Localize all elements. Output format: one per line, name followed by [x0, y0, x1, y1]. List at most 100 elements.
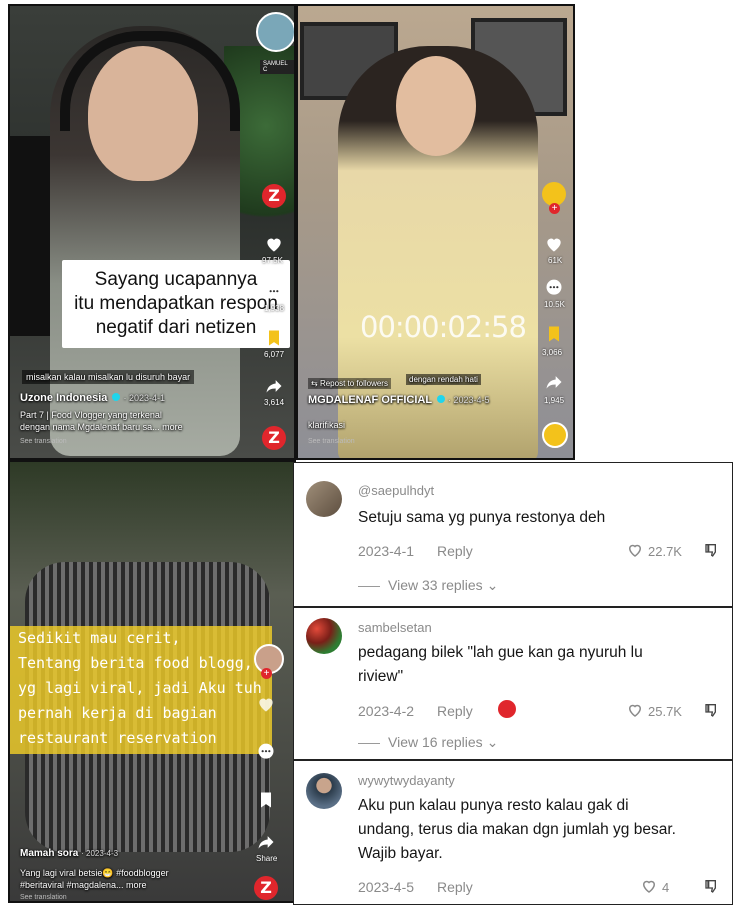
caption-line: negatif dari netizen	[95, 317, 257, 338]
video-username[interactable]: Uzone Indonesia · 2023-4-1	[20, 392, 165, 404]
comment-item: @saepulhdyt Setuju sama yg punya restony…	[293, 462, 733, 607]
repost-text: Repost to followers	[319, 379, 388, 388]
comment-count: 10.5K	[544, 300, 565, 309]
reply-button[interactable]: Reply	[437, 543, 473, 559]
share-icon[interactable]	[256, 832, 276, 852]
share-count: 3,614	[264, 398, 285, 407]
comment-date: 2023-4-5	[358, 879, 415, 895]
comment-username[interactable]: sambelsetan	[358, 620, 432, 635]
video-description: klarifikasi	[308, 420, 346, 430]
video-panel-mamah-sora[interactable]: Sedikit mau cerit, Tentang berita food b…	[8, 460, 296, 903]
username-text[interactable]: MGDALENAF OFFICIAL	[308, 394, 432, 406]
heart-icon[interactable]	[544, 234, 564, 254]
subject-face	[396, 56, 476, 156]
video-description[interactable]: #beritaviral #magdalena... more	[20, 880, 147, 890]
repost-icon: ⇆	[311, 379, 318, 388]
video-username[interactable]: MGDALENAF OFFICIAL · 2023-4-5	[308, 394, 490, 406]
post-date: · 2023-4-3	[81, 849, 119, 858]
username-text[interactable]: Uzone Indonesia	[20, 392, 107, 404]
comment-text: pedagang bilek "lah gue kan ga nyuruh lu	[358, 644, 643, 661]
comment-username[interactable]: wywytwydayanty	[358, 773, 455, 788]
comment-text: undang, terus dia makan dgn jumlah yg be…	[358, 821, 676, 838]
verified-icon	[436, 395, 445, 403]
subject-face	[88, 46, 198, 181]
share-count: 1,945	[544, 396, 565, 405]
comment-text: Setuju sama yg punya restonya deh	[358, 509, 606, 526]
comment-date: 2023-4-1	[358, 543, 415, 559]
reply-button[interactable]: Reply	[437, 703, 473, 719]
chevron-down-icon: ⌄	[482, 577, 499, 593]
comment-icon[interactable]	[544, 278, 564, 298]
verified-icon	[112, 393, 121, 401]
like-count: 97.5K	[262, 256, 283, 265]
view-replies-text[interactable]: View 33 replies	[388, 577, 483, 593]
like-count: 4	[662, 880, 670, 895]
comment-count: 1,938	[264, 304, 285, 313]
view-replies-text[interactable]: View 16 replies	[388, 734, 483, 750]
save-count: 6,077	[264, 350, 285, 359]
video-subtitle: dengan rendah hati	[406, 374, 481, 385]
caption-line: Tentang berita food blogg,	[18, 654, 253, 672]
caption-overlay: Sedikit mau cerit, Tentang berita food b…	[10, 626, 272, 754]
top-badge: SAMUEL C	[260, 60, 294, 74]
caption-line: Sedikit mau cerit,	[18, 629, 181, 647]
comment-text: Aku pun kalau punya resto kalau gak di	[358, 797, 629, 814]
bookmark-icon[interactable]	[256, 790, 276, 810]
dislike-icon[interactable]	[704, 541, 720, 559]
z-logo-icon[interactable]: Z	[262, 426, 286, 450]
comment-icon[interactable]	[264, 282, 284, 302]
follow-plus-icon[interactable]: +	[261, 668, 272, 679]
heart-icon[interactable]	[626, 701, 644, 719]
comment-item: wywytwydayanty Aku pun kalau punya resto…	[293, 760, 733, 905]
heart-icon[interactable]	[626, 541, 644, 559]
see-translation-link[interactable]: See translation	[20, 438, 67, 445]
heart-icon[interactable]	[256, 694, 276, 714]
caption-line: pernah kerja di bagian	[18, 704, 217, 722]
caption-line: restaurant reservation	[18, 729, 217, 747]
music-disc-icon[interactable]	[542, 422, 568, 448]
avatar[interactable]	[306, 773, 342, 809]
see-translation-link[interactable]: See translation	[308, 438, 355, 445]
comment-item: sambelsetan pedagang bilek "lah gue kan …	[293, 607, 733, 760]
video-description: Yang lagi viral betsie😁 #foodblogger	[20, 868, 169, 878]
heart-icon[interactable]	[264, 234, 284, 254]
comment-icon[interactable]	[256, 742, 276, 762]
comments-panel: @saepulhdyt Setuju sama yg punya restony…	[293, 462, 733, 907]
share-icon[interactable]	[264, 376, 284, 396]
avatar[interactable]	[306, 618, 342, 654]
comment-date: 2023-4-2	[358, 703, 415, 719]
creator-liked-badge-icon	[498, 700, 516, 718]
bookmark-icon[interactable]	[264, 328, 284, 348]
video-subtitle: misalkan kalau misalkan lu disuruh bayar	[22, 370, 195, 384]
video-timer: 00:00:02:58	[360, 310, 527, 344]
like-count: 61K	[548, 256, 563, 265]
view-replies-button[interactable]: View 16 replies ⌄	[358, 734, 498, 751]
video-panel-uzone[interactable]: SAMUEL C Sayang ucapannya itu mendapatka…	[8, 4, 296, 460]
share-icon[interactable]	[544, 372, 564, 392]
video-description[interactable]: dengan nama Mgdalenaf baru sa... more	[20, 422, 183, 432]
creator-avatar[interactable]	[256, 12, 294, 52]
bookmark-icon[interactable]	[544, 324, 564, 344]
dislike-icon[interactable]	[704, 877, 720, 895]
z-logo-icon[interactable]: Z	[262, 184, 286, 208]
view-replies-button[interactable]: View 33 replies ⌄	[358, 577, 498, 594]
video-username[interactable]: Mamah sora · 2023-4-3	[20, 848, 118, 859]
chevron-down-icon: ⌄	[482, 734, 499, 750]
comment-username[interactable]: @saepulhdyt	[358, 483, 434, 498]
repost-label[interactable]: ⇆ Repost to followers	[308, 378, 391, 389]
caption-line: Sayang ucapannya	[94, 269, 258, 290]
z-logo-icon[interactable]: Z	[254, 876, 278, 900]
username-text[interactable]: Mamah sora	[20, 848, 78, 859]
heart-icon[interactable]	[640, 877, 658, 895]
post-date: · 2023-4-5	[447, 395, 490, 405]
microphone-shape	[10, 136, 50, 336]
divider-dash	[358, 742, 380, 744]
dislike-icon[interactable]	[704, 701, 720, 719]
follow-plus-icon[interactable]: +	[549, 203, 560, 214]
avatar[interactable]	[306, 481, 342, 517]
reply-button[interactable]: Reply	[437, 879, 473, 895]
video-panel-mgdalenaf[interactable]: 00:00:02:58 + 61K 10.5K 3,066 1,945 ⇆ Re…	[296, 4, 575, 460]
caption-line: itu mendapatkan respon	[74, 293, 278, 314]
comment-text: riview"	[358, 668, 404, 685]
see-translation-link[interactable]: See translation	[20, 894, 67, 901]
